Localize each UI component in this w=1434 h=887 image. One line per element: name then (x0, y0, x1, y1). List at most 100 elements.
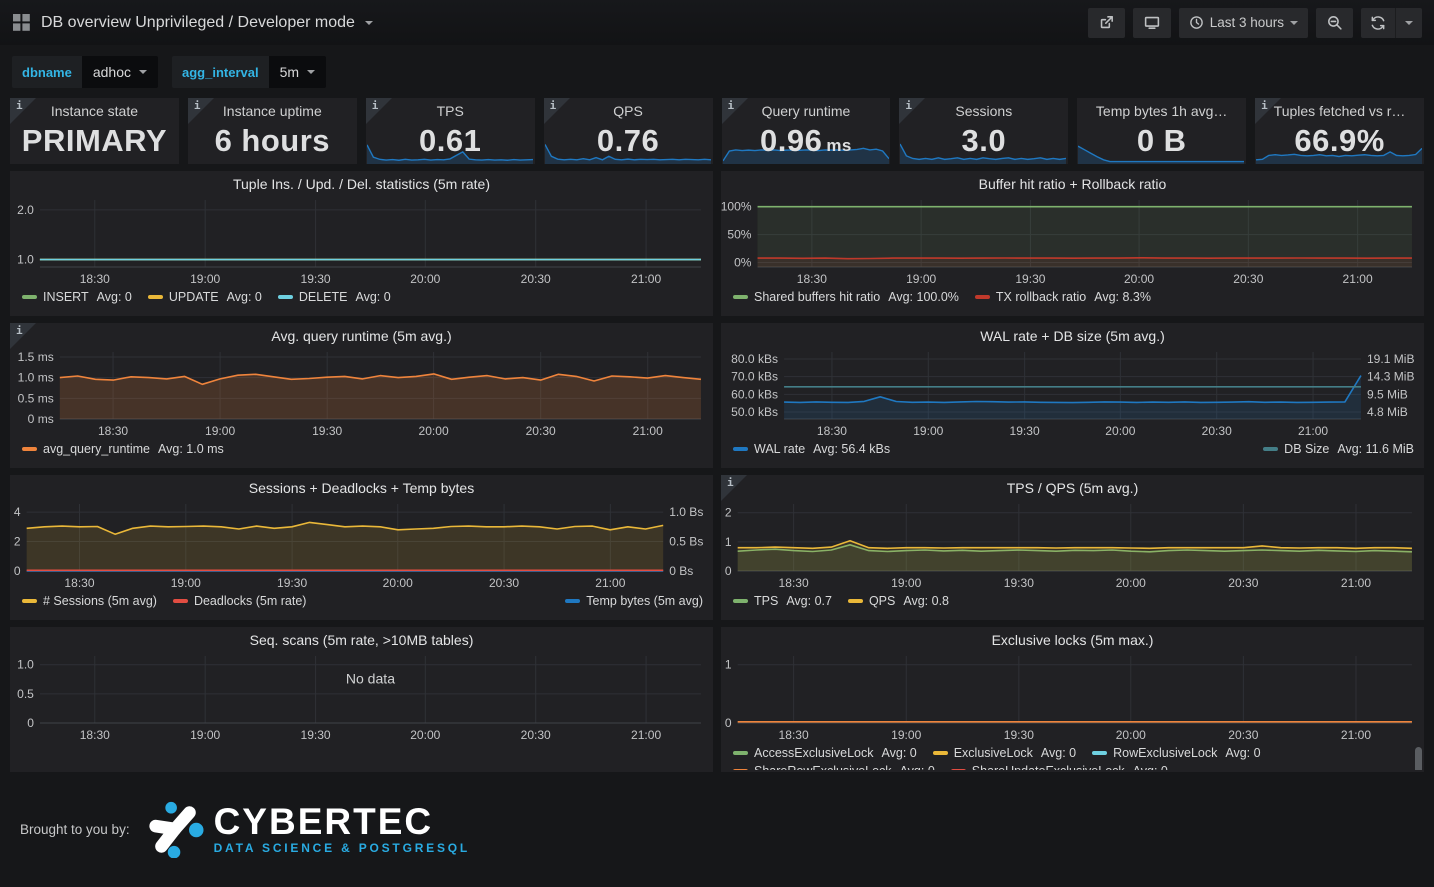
panel-info-corner[interactable] (10, 98, 36, 124)
svg-text:0.5 ms: 0.5 ms (18, 391, 54, 405)
stat-panel-value: PRIMARY (10, 118, 179, 164)
legend-item[interactable]: Deadlocks (5m rate) (173, 594, 307, 608)
legend-swatch (1092, 751, 1107, 755)
svg-text:0.5: 0.5 (17, 687, 34, 701)
chevron-down-icon[interactable] (365, 21, 373, 25)
chart-plot: 18:3019:0019:3020:0020:3021:0001 (721, 651, 1424, 745)
chart-panel-title[interactable]: WAL rate + DB size (5m avg.) (721, 323, 1424, 347)
tv-kiosk-button[interactable] (1133, 8, 1171, 38)
legend-swatch (278, 295, 293, 299)
info-icon: i (16, 99, 23, 112)
dashboard-grid-icon[interactable] (12, 13, 31, 32)
legend-item[interactable]: AccessExclusiveLockAvg: 0 (733, 746, 917, 760)
chart-panel-2: Avg. query runtime (5m avg.) 18:3019:001… (10, 323, 713, 468)
variable-value-dropdown[interactable]: adhoc (82, 56, 158, 88)
legend-item[interactable]: # Sessions (5m avg) (22, 594, 157, 608)
variable-label: dbname (12, 56, 82, 88)
legend-item[interactable]: Temp bytes (5m avg) (565, 594, 703, 608)
chart-panel-title[interactable]: Sessions + Deadlocks + Temp bytes (10, 475, 713, 499)
legend-item[interactable]: ShareUpdateExclusiveLockAvg: 0 (951, 764, 1168, 770)
chart-panel-title[interactable]: Exclusive locks (5m max.) (721, 627, 1424, 651)
share-button[interactable] (1088, 8, 1125, 38)
panel-info-corner[interactable] (544, 98, 570, 124)
cybertec-logo: CYBERTEC DATA SCIENCE & POSTGRESQL (146, 800, 470, 858)
svg-text:80.0 kBs: 80.0 kBs (731, 352, 778, 366)
chart-legend: Shared buffers hit ratioAvg: 100.0% TX ro… (721, 289, 1424, 304)
panel-info-corner[interactable] (188, 98, 214, 124)
chevron-down-icon (139, 70, 147, 74)
stat-panel-value: 6 hours (188, 118, 357, 164)
svg-text:20:30: 20:30 (1228, 728, 1258, 742)
logo-name: CYBERTEC (214, 804, 470, 840)
zoom-out-icon (1326, 14, 1343, 31)
time-range-label: Last 3 hours (1210, 15, 1284, 30)
legend-swatch (733, 769, 748, 770)
legend-item[interactable]: ShareRowExclusiveLockAvg: 0 (733, 764, 935, 770)
legend-item[interactable]: UPDATEAvg: 0 (148, 290, 262, 304)
svg-text:1.0: 1.0 (17, 253, 34, 267)
legend-scrollbar[interactable] (1415, 747, 1422, 770)
panel-info-corner[interactable] (366, 98, 392, 124)
chart-panel-title[interactable]: Seq. scans (5m rate, >10MB tables) (10, 627, 713, 651)
svg-text:9.5 MiB: 9.5 MiB (1367, 387, 1408, 401)
chart-panel-title[interactable]: Buffer hit ratio + Rollback ratio (721, 171, 1424, 195)
chart-plot: 18:3019:0019:3020:0020:3021:000%50%100% (721, 195, 1424, 289)
legend-item[interactable]: Shared buffers hit ratioAvg: 100.0% (733, 290, 959, 304)
legend-item[interactable]: WAL rateAvg: 56.4 kBs (733, 442, 890, 456)
svg-text:19:00: 19:00 (190, 272, 220, 286)
legend-item[interactable]: TPSAvg: 0.7 (733, 594, 832, 608)
variable-value-dropdown[interactable]: 5m (269, 56, 326, 88)
zoom-out-button[interactable] (1316, 8, 1353, 38)
panel-info-corner[interactable] (1255, 98, 1281, 124)
svg-text:20:00: 20:00 (1105, 424, 1135, 438)
info-icon: i (727, 476, 734, 489)
cybertec-logo-icon (146, 800, 204, 858)
chart-panel-title[interactable]: TPS / QPS (5m avg.) (721, 475, 1424, 499)
svg-text:1.0 ms: 1.0 ms (18, 371, 54, 385)
legend-item[interactable]: DELETEAvg: 0 (278, 290, 391, 304)
panel-info-corner[interactable] (10, 323, 36, 349)
refresh-button[interactable] (1361, 8, 1395, 38)
refresh-interval-dropdown[interactable] (1396, 8, 1422, 38)
legend-item[interactable]: ExclusiveLockAvg: 0 (933, 746, 1076, 760)
legend-item[interactable]: INSERTAvg: 0 (22, 290, 132, 304)
legend-item[interactable]: TX rollback ratioAvg: 8.3% (975, 290, 1151, 304)
svg-text:21:00: 21:00 (1341, 576, 1371, 590)
panel-info-corner[interactable] (722, 98, 748, 124)
dashboard-title[interactable]: DB overview Unprivileged / Developer mod… (41, 14, 355, 32)
svg-text:1: 1 (725, 658, 732, 672)
svg-text:19:00: 19:00 (891, 728, 921, 742)
chart-panel-6: Seq. scans (5m rate, >10MB tables) 18:30… (10, 627, 713, 772)
logo-tagline: DATA SCIENCE & POSTGRESQL (214, 841, 470, 855)
stat-panel-temp-bytes-1h-avg: Temp bytes 1h avg… 0 B (1077, 98, 1246, 164)
refresh-icon (1370, 15, 1386, 31)
svg-text:20:30: 20:30 (521, 728, 551, 742)
clock-icon (1189, 15, 1204, 30)
svg-text:21:00: 21:00 (631, 728, 661, 742)
time-range-picker[interactable]: Last 3 hours (1179, 8, 1308, 38)
svg-text:18:30: 18:30 (80, 728, 110, 742)
chart-panel-4: Sessions + Deadlocks + Temp bytes 18:301… (10, 475, 713, 620)
legend-item[interactable]: QPSAvg: 0.8 (848, 594, 949, 608)
tv-icon (1143, 14, 1161, 31)
legend-item[interactable]: RowExclusiveLockAvg: 0 (1092, 746, 1260, 760)
svg-text:21:00: 21:00 (1298, 424, 1328, 438)
chart-legend: avg_query_runtimeAvg: 1.0 ms (10, 441, 713, 456)
svg-text:21:00: 21:00 (1341, 728, 1371, 742)
legend-item[interactable]: DB SizeAvg: 11.6 MiB (1263, 442, 1414, 456)
svg-text:4.8 MiB: 4.8 MiB (1367, 405, 1408, 419)
panel-info-corner[interactable] (899, 98, 925, 124)
svg-text:18:30: 18:30 (779, 728, 809, 742)
legend-swatch (733, 751, 748, 755)
stat-panel-title[interactable]: Temp bytes 1h avg… (1077, 98, 1246, 119)
svg-text:20:30: 20:30 (1233, 272, 1263, 286)
chart-panel-title[interactable]: Avg. query runtime (5m avg.) (10, 323, 713, 347)
chart-panel-title[interactable]: Tuple Ins. / Upd. / Del. statistics (5m … (10, 171, 713, 195)
legend-swatch (733, 599, 748, 603)
svg-text:14.3 MiB: 14.3 MiB (1367, 370, 1415, 384)
panel-info-corner[interactable] (721, 475, 747, 501)
legend-item[interactable]: avg_query_runtimeAvg: 1.0 ms (22, 442, 224, 456)
svg-text:19:30: 19:30 (312, 424, 342, 438)
legend-swatch (173, 599, 188, 603)
info-icon: i (194, 99, 201, 112)
